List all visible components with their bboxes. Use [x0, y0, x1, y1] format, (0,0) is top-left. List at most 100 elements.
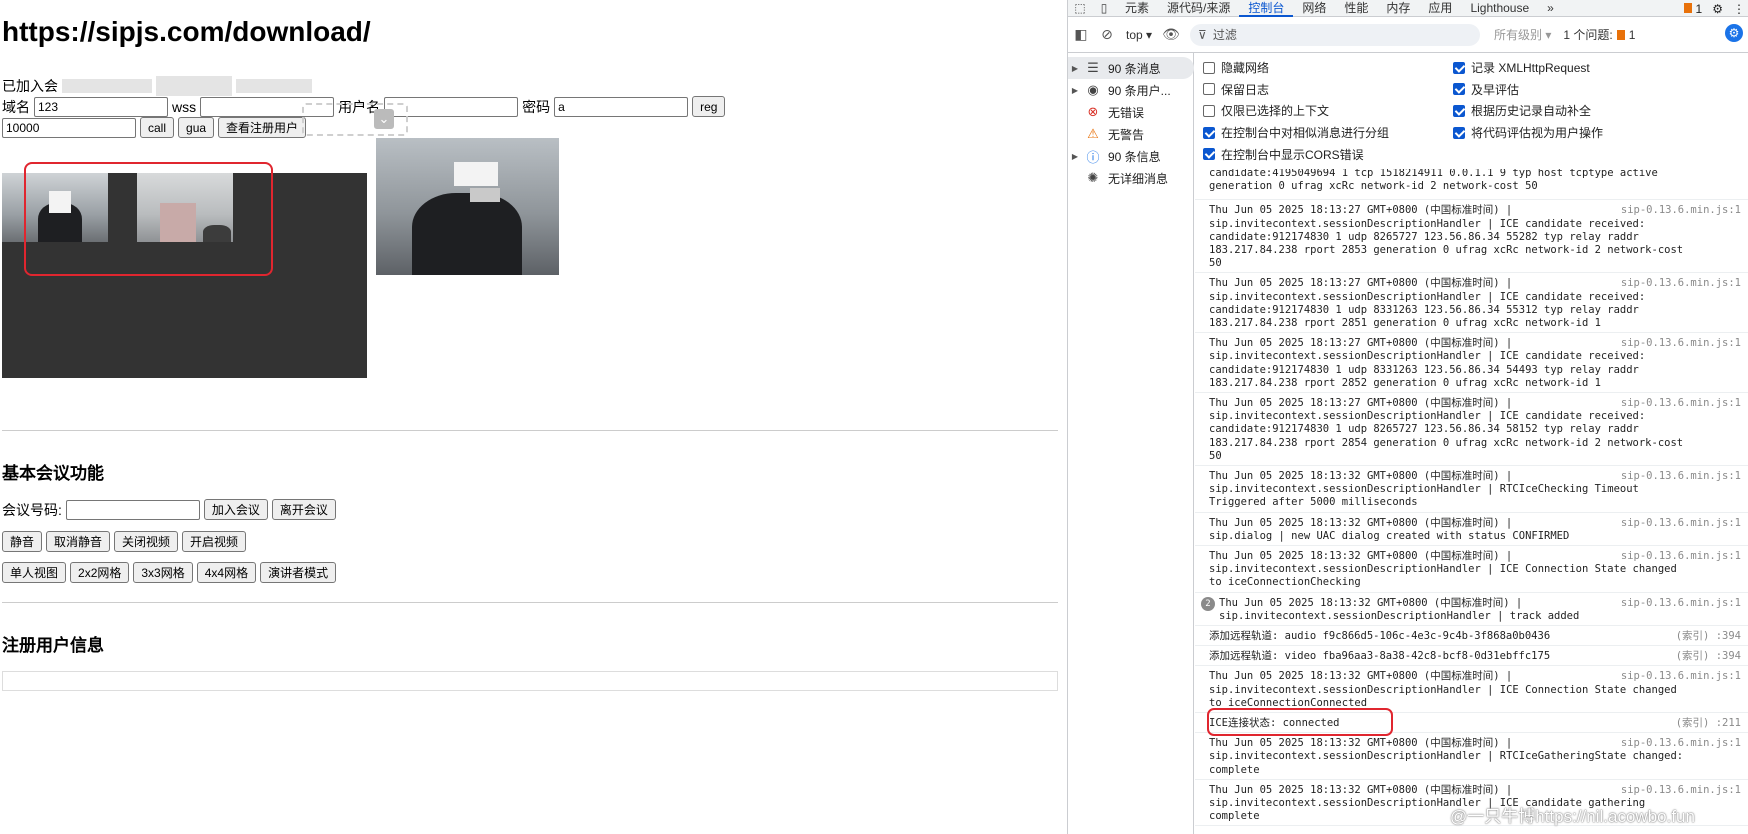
source-link[interactable]: sip-0.13.6.min.js:1	[1621, 470, 1741, 483]
setting-option-0[interactable]: 隐藏网络	[1203, 59, 1269, 76]
console-message[interactable]: Thu Jun 05 2025 18:13:27 GMT+0800 (中国标准时…	[1195, 200, 1748, 274]
source-link[interactable]: (索引) :394	[1676, 650, 1741, 663]
more-tabs-icon[interactable]: »	[1538, 0, 1563, 17]
checkbox[interactable]	[1453, 61, 1465, 74]
tab-7[interactable]: Lighthouse	[1461, 0, 1538, 17]
tab-3[interactable]: 网络	[1293, 0, 1335, 17]
console-message[interactable]: Thu Jun 05 2025 18:13:32 GMT+0800 (中国标准时…	[1195, 733, 1748, 780]
console-message[interactable]: Thu Jun 05 2025 18:13:27 GMT+0800 (中国标准时…	[1195, 333, 1748, 393]
password-input[interactable]	[554, 96, 689, 117]
checkbox[interactable]	[1453, 104, 1465, 117]
source-link[interactable]: sip-0.13.6.min.js:1	[1621, 204, 1741, 217]
checkbox[interactable]	[1203, 83, 1215, 96]
source-link[interactable]: (索引) :211	[1676, 717, 1741, 730]
checkbox[interactable]	[1203, 148, 1215, 161]
sidebar-item-5[interactable]: ✺ 无详细消息	[1068, 167, 1194, 189]
console-message[interactable]: Thu Jun 05 2025 18:13:32 GMT+0800 (中国标准时…	[1195, 546, 1748, 593]
domain-input[interactable]	[34, 96, 168, 117]
sidebar-item-1[interactable]: ▶ ◉ 90 条用户...	[1068, 79, 1194, 101]
source-link[interactable]: sip-0.13.6.min.js:1	[1621, 397, 1741, 410]
console-message[interactable]: Thu Jun 05 2025 18:13:27 GMT+0800 (中国标准时…	[1195, 393, 1748, 466]
meeting-number-input[interactable]	[65, 499, 200, 520]
tab-5[interactable]: 内存	[1377, 0, 1419, 17]
setting-option-6[interactable]: 在控制台中对相似消息进行分组	[1203, 124, 1389, 141]
checkbox[interactable]	[1453, 83, 1465, 96]
setting-label: 在控制台中对相似消息进行分组	[1221, 126, 1390, 141]
reg-button[interactable]: reg	[692, 96, 726, 117]
setting-option-2[interactable]: 保留日志	[1203, 81, 1269, 98]
source-link[interactable]: sip-0.13.6.min.js:1	[1621, 337, 1741, 350]
join-meeting-button[interactable]: 加入会议	[203, 499, 268, 520]
checkbox[interactable]	[1203, 126, 1215, 139]
setting-option-8[interactable]: 在控制台中显示CORS错误	[1203, 146, 1364, 163]
sidebar-toggle-icon[interactable]: ◧	[1068, 26, 1094, 43]
filter-input[interactable]: ⊽ 过滤	[1190, 23, 1481, 46]
number-input[interactable]	[2, 117, 136, 138]
console-message[interactable]: candidate:4195049694 1 tcp 1518214911 0.…	[1195, 169, 1748, 201]
console-message[interactable]: Thu Jun 05 2025 18:13:32 GMT+0800 (中国标准时…	[1195, 513, 1748, 546]
source-link[interactable]: sip-0.13.6.min.js:1	[1621, 737, 1741, 750]
mute-button[interactable]: 静音	[2, 531, 43, 552]
setting-option-5[interactable]: 根据历史记录自动补全	[1453, 102, 1591, 119]
console-message[interactable]: 添加远程轨道: video fba96aa3-8a38-42c8-bcf8-0d…	[1195, 646, 1748, 667]
sidebar-item-2[interactable]: ⊗ 无错误	[1068, 101, 1194, 123]
source-link[interactable]: sip-0.13.6.min.js:1	[1621, 597, 1741, 610]
setting-option-1[interactable]: 记录 XMLHttpRequest	[1453, 59, 1590, 76]
settings-icon[interactable]: ⚙	[1712, 2, 1723, 16]
devtools-panel: ⬚ ▯ 元素 源代码/来源 控制台 网络 性能 内存 应用 Lighthouse » 1 ⚙ …	[1067, 0, 1748, 834]
sidebar-item-4[interactable]: ▶ ⓘ 90 条信息	[1068, 145, 1194, 167]
issues-button[interactable]: 1 个问题: 1	[1563, 26, 1635, 43]
source-link[interactable]: sip-0.13.6.min.js:1	[1621, 784, 1741, 797]
view-users-button[interactable]: 查看注册用户	[218, 117, 307, 138]
setting-option-4[interactable]: 仅限已选择的上下文	[1203, 102, 1329, 119]
tab-2[interactable]: 控制台	[1239, 0, 1294, 17]
inspect-icon[interactable]: ⬚	[1068, 1, 1092, 15]
log-levels-select[interactable]: 所有级别 ▾	[1488, 24, 1557, 45]
setting-label: 在控制台中显示CORS错误	[1221, 147, 1364, 162]
console-message[interactable]: 2 Thu Jun 05 2025 18:13:32 GMT+0800 (中国标准…	[1195, 593, 1748, 626]
console-message[interactable]: Thu Jun 05 2025 18:13:27 GMT+0800 (中国标准时…	[1195, 273, 1748, 334]
clear-console-icon[interactable]: ⊘	[1094, 26, 1120, 43]
setting-option-3[interactable]: 及早评估	[1453, 81, 1519, 98]
speaker-mode-button[interactable]: 演讲者模式	[260, 562, 337, 583]
context-select[interactable]: top ▾	[1120, 25, 1158, 45]
sidebar-item-0[interactable]: ▶ ☰ 90 条消息	[1068, 57, 1194, 79]
sidebar-item-3[interactable]: ⚠ 无警告	[1068, 123, 1194, 145]
tab-4[interactable]: 性能	[1335, 0, 1377, 17]
source-link[interactable]: sip-0.13.6.min.js:1	[1621, 277, 1741, 290]
drag-handle[interactable]: ⌄	[302, 103, 408, 136]
call-button[interactable]: call	[140, 117, 175, 138]
source-link[interactable]: sip-0.13.6.min.js:1	[1621, 670, 1741, 683]
issues-count: 1	[1628, 27, 1636, 42]
console-message[interactable]: 添加远程轨道: audio f9c866d5-106c-4e3c-9c4b-3f…	[1195, 626, 1748, 647]
wss-label: wss	[172, 98, 197, 115]
console-message[interactable]: Thu Jun 05 2025 18:13:32 GMT+0800 (中国标准时…	[1195, 466, 1748, 513]
grid-3x3-button[interactable]: 3x3网格	[133, 562, 193, 583]
source-link[interactable]: sip-0.13.6.min.js:1	[1621, 550, 1741, 563]
more-options-icon[interactable]: ⋮	[1733, 2, 1745, 16]
single-view-button[interactable]: 单人视图	[2, 562, 67, 583]
gua-button[interactable]: gua	[178, 117, 215, 138]
video-on-button[interactable]: 开启视频	[182, 531, 247, 552]
checkbox[interactable]	[1203, 104, 1215, 117]
device-toggle-icon[interactable]: ▯	[1092, 1, 1116, 15]
tab-0[interactable]: 元素	[1116, 0, 1158, 17]
source-link[interactable]: (索引) :394	[1676, 630, 1741, 643]
unmute-button[interactable]: 取消静音	[46, 531, 111, 552]
leave-meeting-button[interactable]: 离开会议	[271, 499, 336, 520]
checkbox[interactable]	[1203, 61, 1215, 74]
grid-2x2-button[interactable]: 2x2网格	[70, 562, 130, 583]
source-link[interactable]: sip-0.13.6.min.js:1	[1621, 517, 1741, 530]
checkbox[interactable]	[1453, 126, 1465, 139]
tab-6[interactable]: 应用	[1419, 0, 1461, 17]
highlight-box	[1207, 708, 1393, 736]
eye-icon[interactable]: 👁	[1158, 26, 1184, 43]
setting-label: 隐藏网络	[1221, 61, 1270, 75]
setting-option-7[interactable]: 将代码评估视为用户操作	[1453, 124, 1603, 141]
console-message[interactable]: Thu Jun 05 2025 18:13:32 GMT+0800 (中国标准时…	[1195, 666, 1748, 713]
video-off-button[interactable]: 关闭视频	[114, 531, 179, 552]
tab-1[interactable]: 源代码/来源	[1158, 0, 1239, 17]
console-settings-icon[interactable]: ⚙	[1725, 24, 1743, 42]
warning-badge[interactable]: 1	[1684, 2, 1702, 16]
grid-4x4-button[interactable]: 4x4网格	[196, 562, 257, 583]
